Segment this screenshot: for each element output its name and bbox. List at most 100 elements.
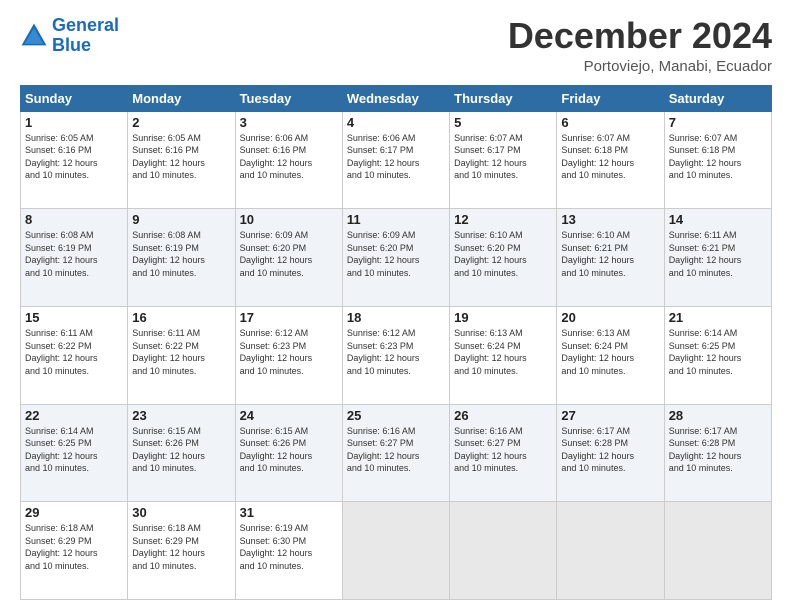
table-row: 3 Sunrise: 6:06 AM Sunset: 6:16 PM Dayli… [235,111,342,209]
day-number: 11 [347,212,445,227]
table-row: 7 Sunrise: 6:07 AM Sunset: 6:18 PM Dayli… [664,111,771,209]
day-number: 26 [454,408,552,423]
day-number: 5 [454,115,552,130]
table-row: 11 Sunrise: 6:09 AM Sunset: 6:20 PM Dayl… [342,209,449,307]
day-number: 13 [561,212,659,227]
table-row: 27 Sunrise: 6:17 AM Sunset: 6:28 PM Dayl… [557,404,664,502]
col-monday: Monday [128,85,235,111]
table-row: 15 Sunrise: 6:11 AM Sunset: 6:22 PM Dayl… [21,306,128,404]
day-number: 19 [454,310,552,325]
table-row: 10 Sunrise: 6:09 AM Sunset: 6:20 PM Dayl… [235,209,342,307]
table-row: 1 Sunrise: 6:05 AM Sunset: 6:16 PM Dayli… [21,111,128,209]
table-row: 18 Sunrise: 6:12 AM Sunset: 6:23 PM Dayl… [342,306,449,404]
day-info: Sunrise: 6:08 AM Sunset: 6:19 PM Dayligh… [25,229,123,279]
calendar-week-row: 15 Sunrise: 6:11 AM Sunset: 6:22 PM Dayl… [21,306,772,404]
table-row [450,502,557,600]
table-row: 2 Sunrise: 6:05 AM Sunset: 6:16 PM Dayli… [128,111,235,209]
table-row: 17 Sunrise: 6:12 AM Sunset: 6:23 PM Dayl… [235,306,342,404]
day-number: 17 [240,310,338,325]
day-info: Sunrise: 6:10 AM Sunset: 6:21 PM Dayligh… [561,229,659,279]
day-info: Sunrise: 6:07 AM Sunset: 6:18 PM Dayligh… [669,132,767,182]
calendar-week-row: 29 Sunrise: 6:18 AM Sunset: 6:29 PM Dayl… [21,502,772,600]
day-info: Sunrise: 6:13 AM Sunset: 6:24 PM Dayligh… [561,327,659,377]
calendar-table: Sunday Monday Tuesday Wednesday Thursday… [20,85,772,600]
table-row: 6 Sunrise: 6:07 AM Sunset: 6:18 PM Dayli… [557,111,664,209]
table-row: 5 Sunrise: 6:07 AM Sunset: 6:17 PM Dayli… [450,111,557,209]
col-thursday: Thursday [450,85,557,111]
day-info: Sunrise: 6:11 AM Sunset: 6:22 PM Dayligh… [25,327,123,377]
day-number: 27 [561,408,659,423]
calendar-week-row: 22 Sunrise: 6:14 AM Sunset: 6:25 PM Dayl… [21,404,772,502]
day-number: 12 [454,212,552,227]
table-row: 23 Sunrise: 6:15 AM Sunset: 6:26 PM Dayl… [128,404,235,502]
day-number: 28 [669,408,767,423]
day-number: 4 [347,115,445,130]
day-info: Sunrise: 6:11 AM Sunset: 6:22 PM Dayligh… [132,327,230,377]
day-number: 29 [25,505,123,520]
calendar-header-row: Sunday Monday Tuesday Wednesday Thursday… [21,85,772,111]
col-friday: Friday [557,85,664,111]
day-info: Sunrise: 6:11 AM Sunset: 6:21 PM Dayligh… [669,229,767,279]
day-number: 6 [561,115,659,130]
day-info: Sunrise: 6:17 AM Sunset: 6:28 PM Dayligh… [669,425,767,475]
day-number: 8 [25,212,123,227]
day-number: 21 [669,310,767,325]
col-saturday: Saturday [664,85,771,111]
table-row: 9 Sunrise: 6:08 AM Sunset: 6:19 PM Dayli… [128,209,235,307]
page: General Blue December 2024 Portoviejo, M… [0,0,792,612]
day-info: Sunrise: 6:08 AM Sunset: 6:19 PM Dayligh… [132,229,230,279]
day-info: Sunrise: 6:12 AM Sunset: 6:23 PM Dayligh… [240,327,338,377]
table-row: 13 Sunrise: 6:10 AM Sunset: 6:21 PM Dayl… [557,209,664,307]
table-row: 22 Sunrise: 6:14 AM Sunset: 6:25 PM Dayl… [21,404,128,502]
day-info: Sunrise: 6:06 AM Sunset: 6:17 PM Dayligh… [347,132,445,182]
day-info: Sunrise: 6:07 AM Sunset: 6:18 PM Dayligh… [561,132,659,182]
location-subtitle: Portoviejo, Manabi, Ecuador [508,58,772,75]
day-number: 25 [347,408,445,423]
col-tuesday: Tuesday [235,85,342,111]
day-number: 24 [240,408,338,423]
table-row: 29 Sunrise: 6:18 AM Sunset: 6:29 PM Dayl… [21,502,128,600]
month-title: December 2024 [508,16,772,56]
day-info: Sunrise: 6:09 AM Sunset: 6:20 PM Dayligh… [347,229,445,279]
table-row [557,502,664,600]
day-info: Sunrise: 6:13 AM Sunset: 6:24 PM Dayligh… [454,327,552,377]
header: General Blue December 2024 Portoviejo, M… [20,16,772,75]
day-number: 23 [132,408,230,423]
title-block: December 2024 Portoviejo, Manabi, Ecuado… [508,16,772,75]
calendar-week-row: 8 Sunrise: 6:08 AM Sunset: 6:19 PM Dayli… [21,209,772,307]
table-row: 16 Sunrise: 6:11 AM Sunset: 6:22 PM Dayl… [128,306,235,404]
table-row: 25 Sunrise: 6:16 AM Sunset: 6:27 PM Dayl… [342,404,449,502]
table-row: 30 Sunrise: 6:18 AM Sunset: 6:29 PM Dayl… [128,502,235,600]
table-row: 4 Sunrise: 6:06 AM Sunset: 6:17 PM Dayli… [342,111,449,209]
table-row: 8 Sunrise: 6:08 AM Sunset: 6:19 PM Dayli… [21,209,128,307]
table-row: 12 Sunrise: 6:10 AM Sunset: 6:20 PM Dayl… [450,209,557,307]
day-info: Sunrise: 6:16 AM Sunset: 6:27 PM Dayligh… [454,425,552,475]
day-info: Sunrise: 6:05 AM Sunset: 6:16 PM Dayligh… [132,132,230,182]
day-number: 18 [347,310,445,325]
table-row: 20 Sunrise: 6:13 AM Sunset: 6:24 PM Dayl… [557,306,664,404]
col-wednesday: Wednesday [342,85,449,111]
day-info: Sunrise: 6:17 AM Sunset: 6:28 PM Dayligh… [561,425,659,475]
day-info: Sunrise: 6:15 AM Sunset: 6:26 PM Dayligh… [132,425,230,475]
day-info: Sunrise: 6:12 AM Sunset: 6:23 PM Dayligh… [347,327,445,377]
day-info: Sunrise: 6:05 AM Sunset: 6:16 PM Dayligh… [25,132,123,182]
day-info: Sunrise: 6:19 AM Sunset: 6:30 PM Dayligh… [240,522,338,572]
day-info: Sunrise: 6:10 AM Sunset: 6:20 PM Dayligh… [454,229,552,279]
logo: General Blue [20,16,119,56]
day-number: 9 [132,212,230,227]
day-number: 20 [561,310,659,325]
table-row: 26 Sunrise: 6:16 AM Sunset: 6:27 PM Dayl… [450,404,557,502]
day-info: Sunrise: 6:09 AM Sunset: 6:20 PM Dayligh… [240,229,338,279]
day-number: 30 [132,505,230,520]
logo-icon [20,22,48,50]
col-sunday: Sunday [21,85,128,111]
day-info: Sunrise: 6:14 AM Sunset: 6:25 PM Dayligh… [25,425,123,475]
day-info: Sunrise: 6:18 AM Sunset: 6:29 PM Dayligh… [132,522,230,572]
table-row [664,502,771,600]
day-number: 10 [240,212,338,227]
day-info: Sunrise: 6:18 AM Sunset: 6:29 PM Dayligh… [25,522,123,572]
day-info: Sunrise: 6:06 AM Sunset: 6:16 PM Dayligh… [240,132,338,182]
table-row: 24 Sunrise: 6:15 AM Sunset: 6:26 PM Dayl… [235,404,342,502]
table-row: 31 Sunrise: 6:19 AM Sunset: 6:30 PM Dayl… [235,502,342,600]
table-row: 21 Sunrise: 6:14 AM Sunset: 6:25 PM Dayl… [664,306,771,404]
